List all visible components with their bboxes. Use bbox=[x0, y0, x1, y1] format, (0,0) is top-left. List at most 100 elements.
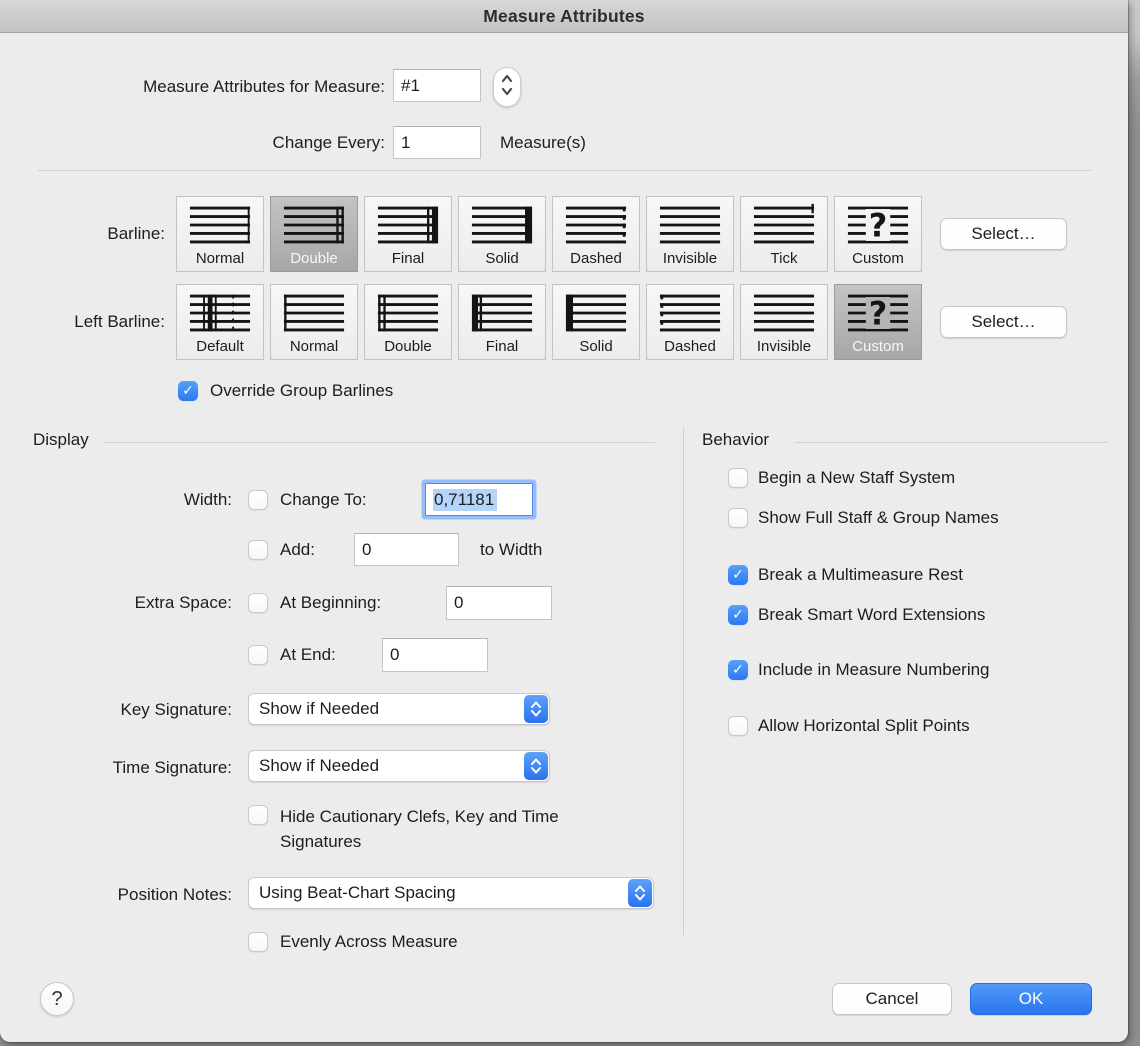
dashed-barline-icon bbox=[659, 285, 721, 337]
display-section-title: Display bbox=[33, 430, 89, 450]
invisible-barline-icon bbox=[753, 285, 815, 337]
double-barline-icon bbox=[377, 285, 439, 337]
at-end-input[interactable]: 0 bbox=[382, 638, 488, 672]
left-barline-option-solid[interactable]: Solid bbox=[552, 284, 640, 360]
stepper-chevrons-icon bbox=[500, 71, 514, 104]
selected-text: 0,71181 bbox=[433, 489, 497, 511]
add-label: Add: bbox=[280, 539, 315, 561]
left-barline-option-final[interactable]: Final bbox=[458, 284, 546, 360]
left-barline-option-double[interactable]: Double bbox=[364, 284, 452, 360]
evenly-across-label: Evenly Across Measure bbox=[280, 931, 458, 953]
at-end-label: At End: bbox=[280, 644, 336, 666]
double-barline-icon bbox=[283, 197, 345, 249]
break-smart-word-extensions-checkbox[interactable] bbox=[728, 605, 748, 625]
barline-option-dashed[interactable]: Dashed bbox=[552, 196, 640, 272]
key-signature-label: Key Signature: bbox=[0, 699, 232, 721]
width-label: Width: bbox=[0, 489, 232, 511]
barline-option-final[interactable]: Final bbox=[364, 196, 452, 272]
at-beginning-checkbox[interactable] bbox=[248, 593, 268, 613]
at-end-checkbox[interactable] bbox=[248, 645, 268, 665]
normal-barline-icon bbox=[189, 197, 251, 249]
left-barline-label: Left Barline: bbox=[0, 311, 165, 333]
left-barline-option-default[interactable]: Default bbox=[176, 284, 264, 360]
measure-for-label: Measure Attributes for Measure: bbox=[0, 76, 385, 98]
left-barline-option-dashed[interactable]: Dashed bbox=[646, 284, 734, 360]
evenly-across-checkbox[interactable] bbox=[248, 932, 268, 952]
title-bar[interactable]: Measure Attributes bbox=[0, 0, 1128, 33]
change-to-checkbox[interactable] bbox=[248, 490, 268, 510]
dropdown-chevrons-icon bbox=[524, 695, 548, 723]
barline-button-group: NormalDoubleFinalSolidDashedInvisibleTic… bbox=[176, 196, 922, 272]
left-barline-option-invisible[interactable]: Invisible bbox=[740, 284, 828, 360]
begin-new-staff-system-checkbox[interactable] bbox=[728, 468, 748, 488]
override-group-barlines-checkbox[interactable] bbox=[178, 381, 198, 401]
left-barline-select-button[interactable]: Select… bbox=[940, 306, 1067, 338]
solid-barline-icon bbox=[471, 197, 533, 249]
break-multimeasure-rest-label: Break a Multimeasure Rest bbox=[758, 564, 963, 586]
header-divider bbox=[38, 170, 1091, 171]
change-every-input[interactable]: 1 bbox=[393, 126, 481, 159]
barline-option-invisible[interactable]: Invisible bbox=[646, 196, 734, 272]
time-signature-select[interactable]: Show if Needed bbox=[248, 750, 550, 782]
add-input[interactable]: 0 bbox=[354, 533, 459, 566]
change-to-label: Change To: bbox=[280, 489, 367, 511]
show-full-staff-group-names-label: Show Full Staff & Group Names bbox=[758, 507, 999, 529]
change-every-suffix: Measure(s) bbox=[500, 132, 586, 154]
dashed-barline-icon bbox=[565, 197, 627, 249]
custom-barline-icon: ? bbox=[847, 197, 909, 249]
default-barline-icon bbox=[189, 285, 251, 337]
column-divider bbox=[683, 428, 684, 935]
behavior-section-title: Behavior bbox=[702, 430, 769, 450]
hide-cautionary-checkbox[interactable] bbox=[248, 805, 268, 825]
change-to-input[interactable]: 0,71181 bbox=[425, 483, 533, 516]
barline-option-normal[interactable]: Normal bbox=[176, 196, 264, 272]
at-beginning-label: At Beginning: bbox=[280, 592, 381, 614]
svg-text:?: ? bbox=[869, 206, 888, 244]
svg-text:?: ? bbox=[869, 294, 888, 332]
left-barline-option-custom[interactable]: ?Custom bbox=[834, 284, 922, 360]
position-notes-select[interactable]: Using Beat-Chart Spacing bbox=[248, 877, 654, 909]
custom-barline-icon: ? bbox=[847, 285, 909, 337]
invisible-barline-icon bbox=[659, 197, 721, 249]
question-mark-icon: ? bbox=[51, 988, 62, 1011]
change-every-label: Change Every: bbox=[0, 132, 385, 154]
final-barline-icon bbox=[471, 285, 533, 337]
left-barline-option-normal[interactable]: Normal bbox=[270, 284, 358, 360]
position-notes-label: Position Notes: bbox=[0, 884, 232, 906]
tick-barline-icon bbox=[753, 197, 815, 249]
ok-button[interactable]: OK bbox=[970, 983, 1092, 1015]
begin-new-staff-system-label: Begin a New Staff System bbox=[758, 467, 955, 489]
time-signature-label: Time Signature: bbox=[0, 757, 232, 779]
barline-label: Barline: bbox=[0, 223, 165, 245]
help-button[interactable]: ? bbox=[40, 982, 74, 1016]
solid-barline-icon bbox=[565, 285, 627, 337]
allow-horizontal-split-points-checkbox[interactable] bbox=[728, 716, 748, 736]
add-suffix: to Width bbox=[480, 539, 542, 561]
key-signature-select[interactable]: Show if Needed bbox=[248, 693, 550, 725]
behavior-section-rule bbox=[795, 442, 1108, 443]
final-barline-icon bbox=[377, 197, 439, 249]
window-title: Measure Attributes bbox=[483, 6, 644, 27]
allow-horizontal-split-points-label: Allow Horizontal Split Points bbox=[758, 715, 970, 737]
barline-option-double[interactable]: Double bbox=[270, 196, 358, 272]
measure-number-input[interactable]: #1 bbox=[393, 69, 481, 102]
break-multimeasure-rest-checkbox[interactable] bbox=[728, 565, 748, 585]
include-in-measure-numbering-checkbox[interactable] bbox=[728, 660, 748, 680]
at-beginning-input[interactable]: 0 bbox=[446, 586, 552, 620]
show-full-staff-group-names-checkbox[interactable] bbox=[728, 508, 748, 528]
barline-select-button[interactable]: Select… bbox=[940, 218, 1067, 250]
measure-attributes-dialog: Measure Attributes Measure Attributes fo… bbox=[0, 0, 1128, 1042]
add-checkbox[interactable] bbox=[248, 540, 268, 560]
barline-option-tick[interactable]: Tick bbox=[740, 196, 828, 272]
include-in-measure-numbering-label: Include in Measure Numbering bbox=[758, 659, 990, 681]
normal-barline-icon bbox=[283, 285, 345, 337]
break-smart-word-extensions-label: Break Smart Word Extensions bbox=[758, 604, 985, 626]
barline-option-solid[interactable]: Solid bbox=[458, 196, 546, 272]
cancel-button[interactable]: Cancel bbox=[832, 983, 952, 1015]
dropdown-chevrons-icon bbox=[628, 879, 652, 907]
measure-number-stepper[interactable] bbox=[493, 67, 521, 107]
override-group-barlines-label: Override Group Barlines bbox=[210, 380, 393, 402]
barline-option-custom[interactable]: ?Custom bbox=[834, 196, 922, 272]
hide-cautionary-label: Hide Cautionary Clefs, Key and Time Sign… bbox=[280, 804, 632, 854]
left-barline-button-group: DefaultNormalDoubleFinalSolidDashedInvis… bbox=[176, 284, 922, 360]
